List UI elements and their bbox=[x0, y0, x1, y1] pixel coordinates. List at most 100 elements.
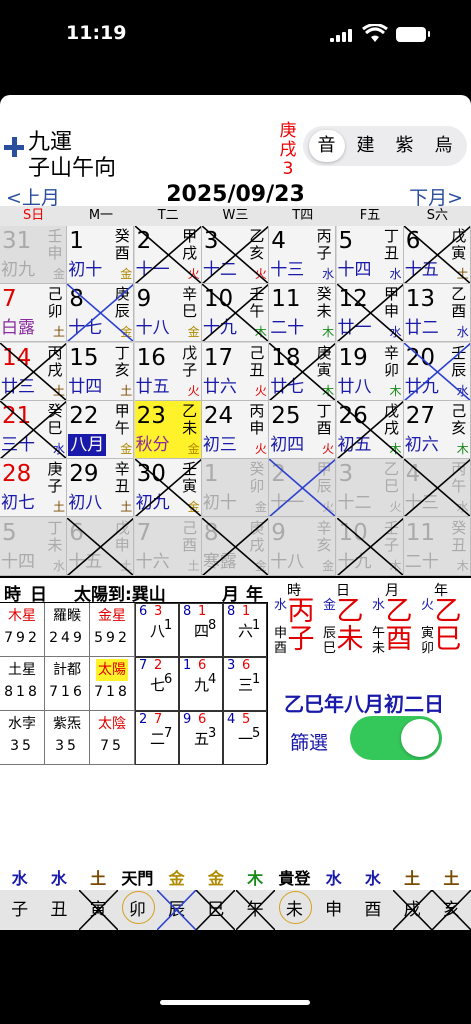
calendar-day-cell[interactable]: 21 三十 癸巳水 bbox=[0, 400, 67, 459]
calendar-day-cell[interactable]: 18 廿七 庚寅木 bbox=[269, 342, 337, 401]
day-ganzhi: 甲午 bbox=[114, 401, 130, 437]
branch-cell[interactable]: 酉 bbox=[353, 890, 392, 930]
day-ganzhi: 丙午 bbox=[451, 460, 467, 496]
weekday-label: W三 bbox=[222, 208, 249, 223]
calendar-day-cell[interactable]: 1 初十 癸卯金 bbox=[201, 459, 269, 518]
add-icon[interactable] bbox=[4, 137, 24, 157]
calendar-day-cell[interactable]: 13 廿二 乙酉水 bbox=[403, 284, 471, 343]
lunar-day: 廿九 bbox=[404, 376, 439, 397]
day-ganzhi: 辛卯 bbox=[383, 343, 399, 379]
branch-cell[interactable]: 丑 bbox=[39, 890, 78, 930]
mode-segmented-control[interactable]: 音 建 紫 烏 bbox=[303, 126, 467, 166]
pillar-branch: 未 bbox=[336, 624, 364, 655]
calendar-day-cell[interactable]: 22 八月 甲午金 bbox=[67, 400, 135, 459]
calendar-day-cell[interactable]: 19 廿八 辛卯木 bbox=[336, 342, 404, 401]
palace-star: 三 bbox=[238, 676, 254, 694]
calendar-day-cell[interactable]: 5 十四 丁未水 bbox=[0, 517, 67, 576]
calendar-day-cell[interactable]: 29 初八 辛丑土 bbox=[67, 459, 135, 518]
lunar-date: 乙巳年八月初二日 bbox=[284, 692, 444, 716]
calendar-day-cell[interactable]: 8 十七 庚辰金 bbox=[67, 284, 135, 343]
calendar-day-cell[interactable]: 27 初六 己亥木 bbox=[403, 400, 471, 459]
branch-cell[interactable]: 亥 bbox=[431, 890, 471, 930]
calendar-day-cell[interactable]: 10 十九 壬午木 bbox=[201, 284, 269, 343]
branch-cell[interactable]: 巳 bbox=[196, 890, 236, 930]
calendar-day-cell[interactable]: 23 秋分 乙未金 bbox=[134, 400, 202, 459]
day-element: 水 bbox=[456, 325, 469, 340]
calendar-day-cell[interactable]: 6 十五 戊申土 bbox=[67, 517, 135, 576]
star-numbers: 75 bbox=[100, 738, 124, 754]
calendar-day-cell[interactable]: 11 二十 癸未木 bbox=[269, 284, 337, 343]
calendar-day-cell[interactable]: 26 初五 戊戌木 bbox=[336, 400, 404, 459]
day-element: 金 bbox=[120, 441, 133, 456]
calendar-day-cell[interactable]: 17 廿六 己丑火 bbox=[201, 342, 269, 401]
calendar-day-cell[interactable]: 28 初七 庚子土 bbox=[0, 459, 67, 518]
palace-star: 五 bbox=[194, 730, 210, 748]
calendar-day-cell[interactable]: 3 十二 乙巳火 bbox=[336, 459, 404, 518]
calendar-day-cell[interactable]: 7 十六 己酉土 bbox=[134, 517, 202, 576]
day-ganzhi: 癸酉 bbox=[114, 227, 130, 262]
calendar-day-cell[interactable]: 25 初四 丁酉火 bbox=[269, 400, 337, 459]
branch-cell[interactable]: 辰 bbox=[157, 890, 196, 930]
day-element: 水 bbox=[389, 325, 402, 340]
calendar-day-cell[interactable]: 2 十一 甲戌火 bbox=[134, 226, 202, 284]
day-element: 土 bbox=[52, 325, 65, 340]
ganzhi-char: 戌 bbox=[279, 140, 297, 160]
day-ganzhi: 乙酉 bbox=[451, 285, 467, 321]
segment-jian[interactable]: 建 bbox=[348, 130, 384, 162]
day-number: 17 bbox=[203, 344, 234, 371]
weekday-label: T二 bbox=[157, 208, 179, 223]
calendar-day-cell[interactable]: 15 廿四 丁亥土 bbox=[67, 342, 135, 401]
branch-cell[interactable]: 戌 bbox=[392, 890, 432, 930]
branch-label: 酉 bbox=[364, 900, 382, 920]
calendar-day-cell[interactable]: 9 十八 辛巳金 bbox=[134, 284, 202, 343]
calendar-day-cell[interactable]: 11 二十 癸丑木 bbox=[403, 517, 471, 576]
calendar-day-cell[interactable]: 9 十八 辛亥金 bbox=[269, 517, 337, 576]
calendar-day-cell[interactable]: 6 十五 戊寅土 bbox=[403, 226, 471, 284]
calendar-day-cell[interactable]: 12 廿一 甲申水 bbox=[336, 284, 404, 343]
palace-cell: 72 七6 bbox=[135, 657, 179, 711]
branch-cell[interactable]: 子 bbox=[0, 890, 39, 930]
ganzhi-char: 3 bbox=[282, 159, 294, 179]
cross-mark bbox=[392, 890, 432, 930]
day-ganzhi: 己酉 bbox=[182, 518, 198, 554]
filter-toggle[interactable] bbox=[350, 716, 442, 760]
star-numbers: 718 bbox=[94, 684, 130, 700]
day-number: 8 bbox=[203, 519, 219, 546]
calendar-day-cell[interactable]: 4 十三 丙午水 bbox=[403, 459, 471, 518]
branch-cell[interactable]: 未 bbox=[275, 890, 314, 930]
calendar-day-cell[interactable]: 5 十四 丁丑水 bbox=[336, 226, 404, 284]
calendar-day-cell[interactable]: 31 初九 壬申金 bbox=[0, 226, 67, 284]
calendar-day-cell[interactable]: 2 十一 甲辰火 bbox=[269, 459, 337, 518]
star-numbers: 249 bbox=[49, 630, 85, 646]
day-element: 金 bbox=[52, 267, 65, 281]
segment-yin[interactable]: 音 bbox=[308, 130, 345, 162]
lunar-day: 初九 bbox=[135, 493, 170, 514]
star-cell: 紫炁 35 bbox=[45, 711, 90, 765]
branch-cell[interactable]: 午 bbox=[235, 890, 275, 930]
segment-wu[interactable]: 烏 bbox=[426, 130, 462, 162]
calendar-day-cell[interactable]: 4 十三 丙子水 bbox=[269, 226, 337, 284]
calendar-day-cell[interactable]: 1 初十 癸酉金 bbox=[67, 226, 135, 284]
calendar-day-cell[interactable]: 10 十九 壬子木 bbox=[336, 517, 404, 576]
calendar-day-cell[interactable]: 30 初九 壬寅金 bbox=[134, 459, 202, 518]
calendar-day-cell[interactable]: 24 初三 丙申火 bbox=[201, 400, 269, 459]
lunar-day: 十七 bbox=[68, 318, 103, 339]
calendar-day-cell[interactable]: 14 廿三 丙戌土 bbox=[0, 342, 67, 401]
calendar-day-cell[interactable]: 8 寒露 庚戌金 bbox=[201, 517, 269, 576]
day-number: 20 bbox=[405, 344, 436, 371]
branch-cell[interactable]: 寅 bbox=[78, 890, 118, 930]
branch-cell[interactable]: 申 bbox=[314, 890, 353, 930]
lunar-day: 廿五 bbox=[135, 376, 170, 397]
calendar-day-cell[interactable]: 3 十二 乙亥火 bbox=[201, 226, 269, 284]
calendar-day-cell[interactable]: 16 廿五 戊子火 bbox=[134, 342, 202, 401]
palace-cell: 27二7 bbox=[135, 711, 179, 765]
palace-num-b: 1 bbox=[198, 604, 207, 619]
calendar-day-cell[interactable]: 20 廿九 壬辰水 bbox=[403, 342, 471, 401]
calendar-day-cell[interactable]: 7 白露 己卯土 bbox=[0, 284, 67, 343]
pillar-stem: 乙 bbox=[336, 596, 364, 627]
branch-cell[interactable]: 卯 bbox=[118, 890, 157, 930]
lunar-day: 廿一 bbox=[337, 318, 372, 339]
segment-zi[interactable]: 紫 bbox=[387, 130, 423, 162]
clock: 11:19 bbox=[66, 22, 127, 44]
day-element: 金 bbox=[254, 500, 267, 515]
